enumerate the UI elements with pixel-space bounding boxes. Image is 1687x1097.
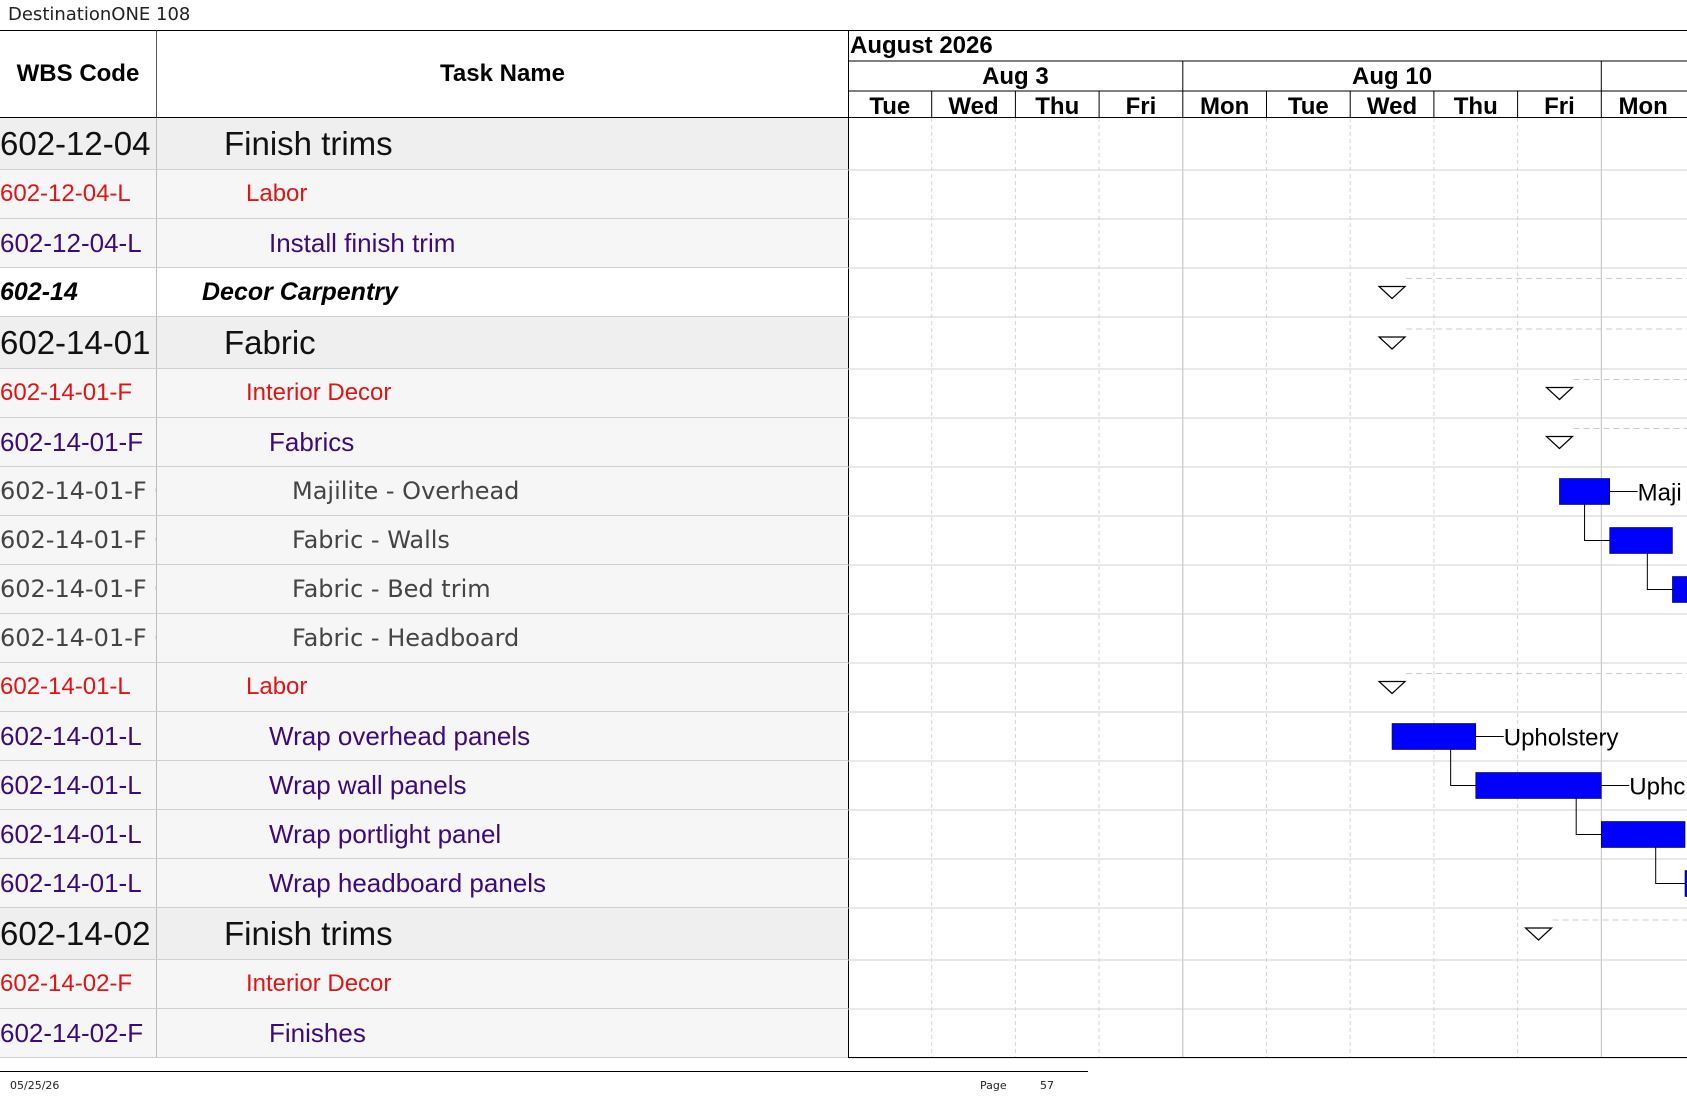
task-name-cell: Fabric - Headboard — [292, 624, 520, 652]
day-label: Mon — [1200, 93, 1249, 119]
table-row[interactable]: 602-14 Decor Carpentry — [0, 268, 848, 317]
wbs-code-cell: 602-14-01 — [0, 317, 157, 368]
table-row[interactable]: 602-14-01-F 0 Fabric - Headboard — [0, 614, 848, 663]
table-row[interactable]: 602-14-01-L Wrap portlight panel — [0, 810, 848, 859]
gantt-background — [848, 118, 1687, 1058]
wbs-code-cell: 602-14-02-F — [0, 960, 157, 1008]
wbs-code-cell: 602-14-01-L — [0, 810, 157, 858]
bar-label: Upholstery — [1504, 725, 1619, 752]
footer-date: 05/25/26 — [10, 1079, 60, 1092]
table-row[interactable]: 602-14-01-L Wrap overhead panels — [0, 712, 848, 761]
task-name-cell: Wrap overhead panels — [269, 720, 531, 751]
task-name-cell: Labor — [246, 673, 308, 700]
day-label: Tue — [1288, 93, 1329, 119]
task-table: WBS Code Task Name 602-12-04 Finish trims… — [0, 30, 848, 1065]
gantt-body[interactable]: Maji Upholstery Uphc — [848, 118, 1687, 1073]
table-row[interactable]: 602-14-01-L Labor — [0, 663, 848, 712]
timescale-header: August 2026 Aug 3 Aug 10 Tue Wed Thu Fri Mon Tu… — [848, 30, 1687, 119]
week-label: Aug 10 — [1352, 63, 1432, 90]
bar-label: Uphc — [1629, 774, 1685, 801]
task-name-cell: Finishes — [269, 1017, 366, 1048]
wbs-code-cell: 602-12-04-L — [0, 170, 157, 218]
wbs-code-cell: 602-14-01-F 0 — [0, 565, 157, 613]
wbs-code-cell: 602-14-01-L — [0, 663, 157, 711]
table-row[interactable]: 602-14-01-F 0 Fabric - Walls — [0, 516, 848, 565]
table-row[interactable]: 602-12-04-L Labor — [0, 170, 848, 219]
table-row[interactable]: 602-14-02-F Finishes — [0, 1009, 848, 1058]
table-row[interactable]: 602-14-01-L Wrap wall panels — [0, 761, 848, 810]
task-bar — [1559, 478, 1610, 505]
task-bar — [1600, 821, 1686, 848]
task-name-cell: Fabrics — [269, 426, 355, 457]
task-bar — [1672, 576, 1687, 603]
table-row[interactable]: 602-14-01-F Fabrics — [0, 418, 848, 467]
task-name-cell: Fabric - Walls — [292, 526, 450, 554]
task-name-cell: Majilite - Overhead — [292, 477, 520, 505]
task-name-cell: Finish trims — [224, 124, 393, 162]
task-bar — [1609, 527, 1673, 554]
day-label: Mon — [1618, 93, 1667, 119]
document-title: DestinationONE 108 — [8, 4, 191, 25]
table-row[interactable]: 602-14-01-L Wrap headboard panels — [0, 859, 848, 908]
table-row[interactable]: 602-14-01 Fabric — [0, 317, 848, 369]
task-name-column-header[interactable]: Task Name — [157, 30, 848, 118]
day-label: Fri — [1126, 93, 1157, 119]
table-row[interactable]: 602-12-04-L Install finish trim — [0, 219, 848, 268]
footer-page-number: 57 — [1040, 1079, 1054, 1092]
task-name-cell: Interior Decor — [246, 379, 392, 406]
wbs-code-cell: 602-14-01-L — [0, 761, 157, 809]
table-row[interactable]: 602-14-02 Finish trims — [0, 908, 848, 960]
wbs-code-cell: 602-14-01-F 0 — [0, 467, 157, 515]
task-name-cell: Labor — [246, 180, 308, 207]
task-name-cell: Finish trims — [224, 914, 393, 952]
day-label: Thu — [1454, 93, 1498, 119]
task-name-cell: Wrap wall panels — [269, 769, 467, 800]
wbs-code-cell: 602-14-01-L — [0, 859, 157, 907]
day-label: Wed — [1367, 93, 1417, 119]
bar-label: Maji — [1638, 480, 1682, 507]
task-name-cell: Wrap portlight panel — [269, 818, 502, 849]
footer-rule — [0, 1071, 1088, 1072]
day-label: Wed — [948, 93, 998, 119]
wbs-code-cell: 602-14-01-F — [0, 418, 157, 466]
day-label: Fri — [1544, 93, 1575, 119]
wbs-code-cell: 602-14-01-F 0 — [0, 516, 157, 564]
task-name-cell: Interior Decor — [246, 970, 392, 997]
task-bar — [1475, 772, 1602, 799]
wbs-code-cell: 602-14 — [0, 268, 157, 316]
week-label: Aug 3 — [982, 63, 1049, 90]
day-label: Tue — [869, 93, 910, 119]
table-row[interactable]: 602-14-01-F Interior Decor — [0, 369, 848, 418]
table-row[interactable]: 602-12-04 Finish trims — [0, 118, 848, 170]
table-row[interactable]: 602-14-02-F Interior Decor — [0, 960, 848, 1009]
task-name-cell: Install finish trim — [269, 227, 456, 258]
wbs-code-cell: 602-12-04 — [0, 118, 157, 169]
task-name-cell: Decor Carpentry — [202, 277, 398, 306]
footer-page-label: Page — [980, 1079, 1007, 1092]
table-row[interactable]: 602-14-01-F 0 Majilite - Overhead — [0, 467, 848, 516]
timescale-grid: Aug 3 Aug 10 Tue Wed Thu Fri Mon Tue Wed Thu Fri Mo… — [848, 31, 1687, 119]
task-bar — [1391, 723, 1477, 750]
wbs-code-cell: 602-14-02 — [0, 908, 157, 959]
task-name-cell: Fabric - Bed trim — [292, 575, 491, 603]
gantt-chart: August 2026 Aug 3 Aug 10 Tue Wed Thu Fri Mon Tu… — [848, 30, 1687, 1065]
wbs-code-cell: 602-12-04-L — [0, 219, 157, 267]
table-row[interactable]: 602-14-01-F 0 Fabric - Bed trim — [0, 565, 848, 614]
wbs-code-cell: 602-14-01-L — [0, 712, 157, 760]
wbs-code-cell: 602-14-02-F — [0, 1009, 157, 1057]
day-label: Thu — [1035, 93, 1079, 119]
wbs-code-cell: 602-14-01-F — [0, 369, 157, 417]
wbs-code-cell: 602-14-01-F 0 — [0, 614, 157, 662]
task-name-cell: Wrap headboard panels — [269, 867, 547, 898]
task-name-cell: Fabric — [224, 323, 316, 361]
wbs-column-header[interactable]: WBS Code — [0, 30, 157, 118]
